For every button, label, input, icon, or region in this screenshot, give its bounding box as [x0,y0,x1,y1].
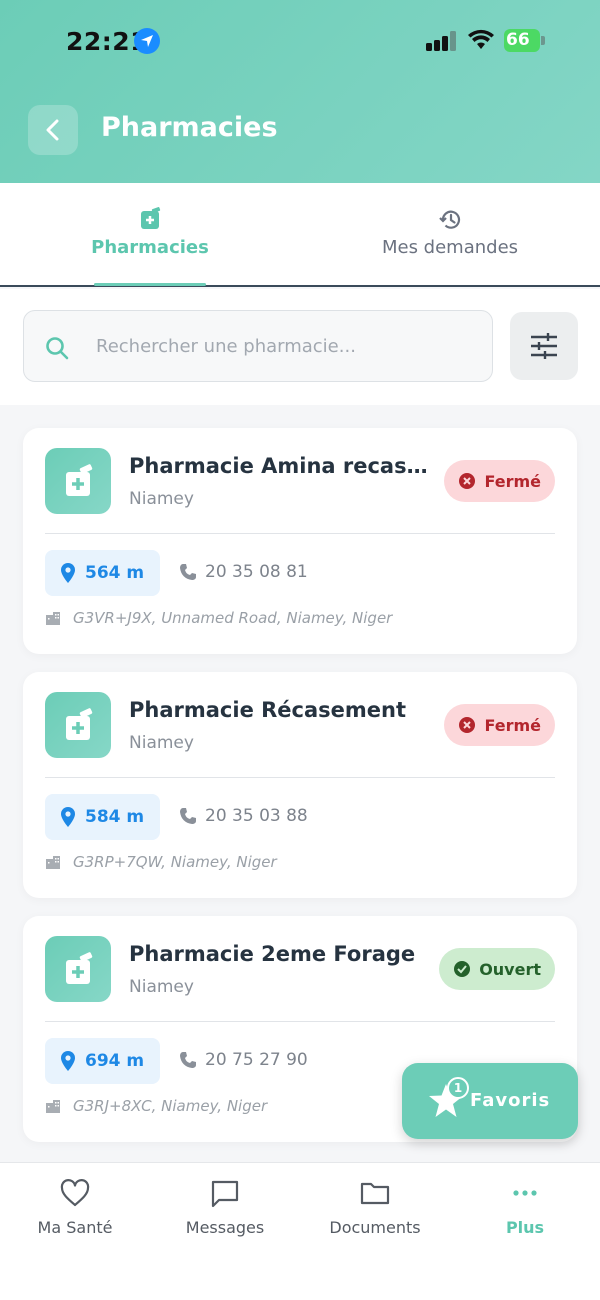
tab-mes-demandes[interactable]: Mes demandes [300,183,600,287]
pharmacy-city: Niamey [129,489,194,509]
pharmacy-city: Niamey [129,733,194,753]
phone-number: 20 35 08 81 [205,562,308,582]
tab-label: Pharmacies [91,237,209,258]
phone-icon [180,808,196,824]
building-icon [46,1100,60,1113]
building-icon [46,612,60,625]
pharmacy-name: Pharmacie Récasement [129,698,407,722]
nav-label: Messages [185,1218,265,1237]
chevron-left-icon [46,119,59,141]
filter-button[interactable] [510,312,578,380]
pharmacy-card[interactable]: Pharmacie Amina recase... Niamey Fermé 5… [23,428,577,654]
address: G3RP+7QW, Niamey, Niger [45,853,277,871]
filter-sliders-icon [531,333,557,359]
distance-value: 584 m [85,807,145,827]
history-icon [439,210,461,229]
pharmacy-city: Niamey [129,977,194,997]
tab-pharmacies[interactable]: Pharmacies [0,183,300,287]
bottom-navigation: Ma Santé Messages Documents Plus [0,1162,600,1300]
nav-item-messages[interactable]: Messages [150,1163,300,1263]
phone-icon [180,1052,196,1068]
address-text: G3VR+J9X, Unnamed Road, Niamey, Niger [73,609,393,627]
location-pin-icon [61,563,75,583]
nav-label: Plus [505,1218,545,1237]
nav-item-documents[interactable]: Documents [300,1163,450,1263]
favorites-button[interactable]: 1 Favoris [402,1063,578,1139]
search-area [0,289,600,405]
divider [45,777,555,778]
distance-chip: 694 m [45,1038,160,1084]
nav-label: Documents [329,1218,421,1237]
wifi-icon [468,29,494,49]
message-icon [211,1180,239,1208]
status-label: Fermé [484,471,541,491]
search-icon [46,337,69,360]
status-badge: Fermé [444,704,555,746]
distance-chip: 564 m [45,550,160,596]
active-tab-indicator [94,283,206,286]
pharmacy-name: Pharmacie Amina recase... [129,454,437,478]
page-title: Pharmacies [101,112,278,143]
address: G3VR+J9X, Unnamed Road, Niamey, Niger [45,609,392,627]
cellular-signal-icon [426,31,458,51]
distance-chip: 584 m [45,794,160,840]
address-text: G3RP+7QW, Niamey, Niger [73,853,277,871]
app-header: 22:21 66 Pharmacies [0,0,600,183]
status-label: Ouvert [479,959,541,979]
location-pin-icon [61,1051,75,1071]
pharmacy-logo-icon [45,448,111,514]
distance-value: 694 m [85,1051,145,1071]
status-label: Fermé [484,715,541,735]
search-box[interactable] [23,310,493,382]
tab-bar: Pharmacies Mes demandes [0,183,600,287]
favorites-label: Favoris [470,1090,551,1111]
more-icon [513,1190,537,1196]
phone-icon [180,564,196,580]
distance-value: 564 m [85,563,145,583]
pharmacy-name: Pharmacie 2eme Forage [129,942,416,966]
check-circle-icon [454,961,471,977]
location-services-icon [134,28,160,54]
status-badge: Ouvert [439,948,555,990]
heart-icon [60,1179,90,1207]
phone-number: 20 75 27 90 [205,1050,308,1070]
phone-number: 20 35 03 88 [205,806,308,826]
address-text: G3RJ+8XC, Niamey, Niger [73,1097,268,1115]
battery-tip [541,36,545,45]
pharmacy-logo-icon [45,692,111,758]
pharmacy-icon [141,207,161,229]
building-icon [46,856,60,869]
divider [45,1021,555,1022]
battery-icon: 66 [504,29,540,52]
nav-item-plus[interactable]: Plus [450,1163,600,1263]
address: G3RJ+8XC, Niamey, Niger [45,1097,267,1115]
phone-link[interactable]: 20 35 08 81 [179,562,308,582]
pharmacy-logo-icon [45,936,111,1002]
location-pin-icon [61,807,75,827]
favorites-count-badge: 1 [447,1077,469,1099]
tab-label: Mes demandes [381,237,519,258]
close-circle-icon [459,717,476,733]
status-badge: Fermé [444,460,555,502]
pharmacy-card[interactable]: Pharmacie Récasement Niamey Fermé 584 m … [23,672,577,898]
close-circle-icon [459,473,476,489]
nav-item-ma-sante[interactable]: Ma Santé [0,1163,150,1263]
back-button[interactable] [28,105,78,155]
folder-icon [360,1182,390,1205]
nav-label: Ma Santé [37,1218,113,1237]
phone-link[interactable]: 20 75 27 90 [179,1050,308,1070]
search-input[interactable] [96,311,476,381]
phone-link[interactable]: 20 35 03 88 [179,806,308,826]
divider [45,533,555,534]
